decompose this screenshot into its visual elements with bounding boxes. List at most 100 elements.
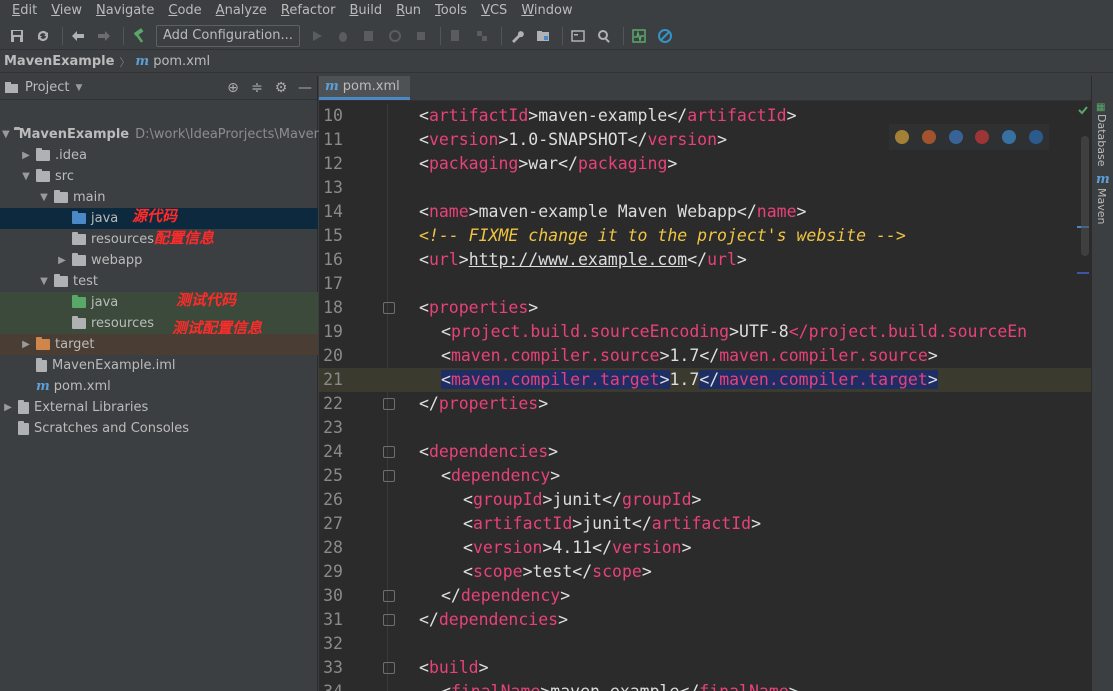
code-line[interactable]: 17 (319, 272, 1091, 296)
code-line[interactable]: 12 <packaging>war</packaging> (319, 152, 1091, 176)
save-all-icon[interactable] (6, 25, 28, 47)
code-line[interactable]: 24 <dependencies> (319, 440, 1091, 464)
code-line[interactable]: 34 <finalName>maven-example</finalName> (319, 680, 1091, 691)
tree-item-pom-xml[interactable]: m pom.xml (0, 376, 318, 397)
menu-edit[interactable]: Edit (5, 0, 44, 22)
code-line[interactable]: 18 <properties> (319, 296, 1091, 320)
chevron-down-icon[interactable]: ▼ (2, 129, 10, 140)
tree-item-java[interactable]: java (0, 292, 318, 313)
internet-explorer-icon[interactable] (1001, 130, 1016, 144)
opera-icon[interactable] (975, 130, 990, 144)
sync-icon[interactable] (32, 25, 54, 47)
menu-vcs[interactable]: VCS (474, 0, 514, 22)
locate-file-icon[interactable]: ⊕ (221, 80, 245, 96)
edge-icon[interactable] (1028, 130, 1043, 144)
tree-item-scratches-and-consoles[interactable]: Scratches and Consoles (0, 418, 318, 439)
terminal-icon[interactable] (567, 25, 589, 47)
menu-analyze[interactable]: Analyze (209, 0, 274, 22)
breadcrumb-project[interactable]: MavenExample (4, 54, 114, 69)
menu-refactor[interactable]: Refactor (274, 0, 343, 22)
stop-icon[interactable] (410, 25, 432, 47)
power-save-icon[interactable] (654, 25, 676, 47)
tree-item-external-libraries[interactable]: ▶ External Libraries (0, 397, 318, 418)
project-structure-folder-icon[interactable] (532, 25, 554, 47)
code-line[interactable]: 33 <build> (319, 656, 1091, 680)
code-line[interactable]: 25 <dependency> (319, 464, 1091, 488)
chevron-right-icon[interactable]: ▶ (56, 255, 68, 266)
chevron-right-icon[interactable]: ▶ (2, 402, 14, 413)
chevron-right-icon[interactable]: ▶ (20, 339, 32, 350)
collapse-all-icon[interactable]: ≑ (245, 80, 269, 96)
fold-marker-icon[interactable] (383, 398, 395, 410)
tab-pom-xml[interactable]: m pom.xml (319, 76, 410, 100)
database-tool-button[interactable]: Database (1095, 114, 1108, 167)
chevron-down-icon[interactable]: ▼ (38, 192, 50, 203)
back-icon[interactable] (67, 25, 89, 47)
code-line[interactable]: 19 <project.build.sourceEncoding>UTF-8</p… (319, 320, 1091, 344)
chevron-right-icon[interactable]: ▶ (20, 150, 32, 161)
menu-view[interactable]: View (44, 0, 89, 22)
fold-marker-icon[interactable] (383, 614, 395, 626)
run-icon[interactable] (306, 25, 328, 47)
code-line[interactable]: 28 <version>4.11</version> (319, 536, 1091, 560)
xml-value: maven-example (550, 682, 679, 691)
code-line[interactable]: 30 </dependency> (319, 584, 1091, 608)
firefox-icon[interactable] (921, 130, 936, 144)
code-line[interactable]: 22 </properties> (319, 392, 1091, 416)
menu-window[interactable]: Window (514, 0, 579, 22)
tree-item--idea[interactable]: ▶ .idea (0, 145, 318, 166)
code-line[interactable]: 16 <url>http://www.example.com</url> (319, 248, 1091, 272)
code-line[interactable]: 27 <artifactId>junit</artifactId> (319, 512, 1091, 536)
code-line[interactable]: 21 <maven.compiler.target>1.7</maven.comp… (319, 368, 1091, 392)
chevron-down-icon[interactable]: ▼ (38, 276, 50, 287)
project-view-selector[interactable]: Project ▼ (5, 80, 82, 95)
maven-tool-button[interactable]: Maven (1095, 188, 1108, 224)
fold-marker-icon[interactable] (383, 470, 395, 482)
project-structure-wrench-icon[interactable] (506, 25, 528, 47)
fold-marker-icon[interactable] (383, 446, 395, 458)
tree-item-target[interactable]: ▶ target (0, 334, 318, 355)
code-line[interactable]: 23 (319, 416, 1091, 440)
menu-code[interactable]: Code (161, 0, 208, 22)
code-line[interactable]: 31 </dependencies> (319, 608, 1091, 632)
fold-marker-icon[interactable] (383, 662, 395, 674)
editor-scrollbar-thumb[interactable] (1081, 136, 1089, 256)
search-everywhere-icon[interactable] (593, 25, 615, 47)
fold-marker-icon[interactable] (383, 590, 395, 602)
tree-item-mavenexample[interactable]: ▼ MavenExample D:\work\IdeaProrjects\Maven… (0, 124, 338, 145)
menu-run[interactable]: Run (389, 0, 428, 22)
code-line[interactable]: 29 <scope>test</scope> (319, 560, 1091, 584)
tree-item-webapp[interactable]: ▶ webapp (0, 250, 318, 271)
chevron-down-icon[interactable]: ▼ (20, 171, 32, 182)
coverage-icon[interactable] (471, 25, 493, 47)
fold-marker-icon[interactable] (383, 302, 395, 314)
profile-icon[interactable] (384, 25, 406, 47)
breadcrumb-file[interactable]: m pom.xml (135, 54, 210, 69)
code-line[interactable]: 13 (319, 176, 1091, 200)
code-line[interactable]: 32 (319, 632, 1091, 656)
activity-monitor-icon[interactable] (628, 25, 650, 47)
build-hammer-icon[interactable] (128, 25, 150, 47)
tree-item-src[interactable]: ▼ src (0, 166, 318, 187)
tree-item-test[interactable]: ▼ test (0, 271, 318, 292)
code-line[interactable]: 20 <maven.compiler.source>1.7</maven.comp… (319, 344, 1091, 368)
debug-icon[interactable] (332, 25, 354, 47)
tree-item-mavenexample-iml[interactable]: MavenExample.iml (0, 355, 318, 376)
safari-icon[interactable] (948, 130, 963, 144)
code-line[interactable]: 26 <groupId>junit</groupId> (319, 488, 1091, 512)
chrome-icon[interactable] (895, 130, 910, 144)
run-coverage-icon[interactable] (358, 25, 380, 47)
add-configuration-button[interactable]: Add Configuration... (156, 24, 300, 47)
inspection-ok-icon[interactable] (1077, 104, 1089, 116)
menu-navigate[interactable]: Navigate (89, 0, 161, 22)
tree-item-resources[interactable]: resources (0, 313, 318, 334)
code-line[interactable]: 15 <!-- FIXME change it to the project's … (319, 224, 1091, 248)
menu-build[interactable]: Build (342, 0, 389, 22)
attach-debugger-icon[interactable] (445, 25, 467, 47)
code-area[interactable]: 10 <artifactId>maven-example</artifactId>… (319, 104, 1091, 691)
gear-icon[interactable]: ⚙ (269, 80, 293, 96)
forward-icon[interactable] (93, 25, 115, 47)
code-line[interactable]: 14 <name>maven-example Maven Webapp</name… (319, 200, 1091, 224)
hide-panel-icon[interactable]: — (293, 80, 317, 96)
menu-tools[interactable]: Tools (428, 0, 474, 22)
